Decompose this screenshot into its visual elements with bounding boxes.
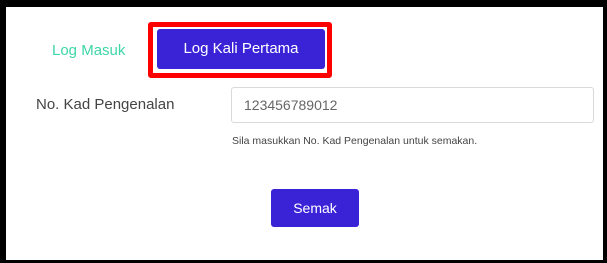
ic-number-label: No. Kad Pengenalan (36, 96, 175, 113)
tab-log-masuk[interactable]: Log Masuk (52, 42, 125, 59)
ic-number-help-text: Sila masukkan No. Kad Pengenalan untuk s… (232, 135, 478, 147)
tab-log-kali-pertama[interactable]: Log Kali Pertama (157, 29, 325, 69)
semak-button[interactable]: Semak (271, 189, 359, 227)
ic-number-input[interactable] (231, 87, 594, 123)
